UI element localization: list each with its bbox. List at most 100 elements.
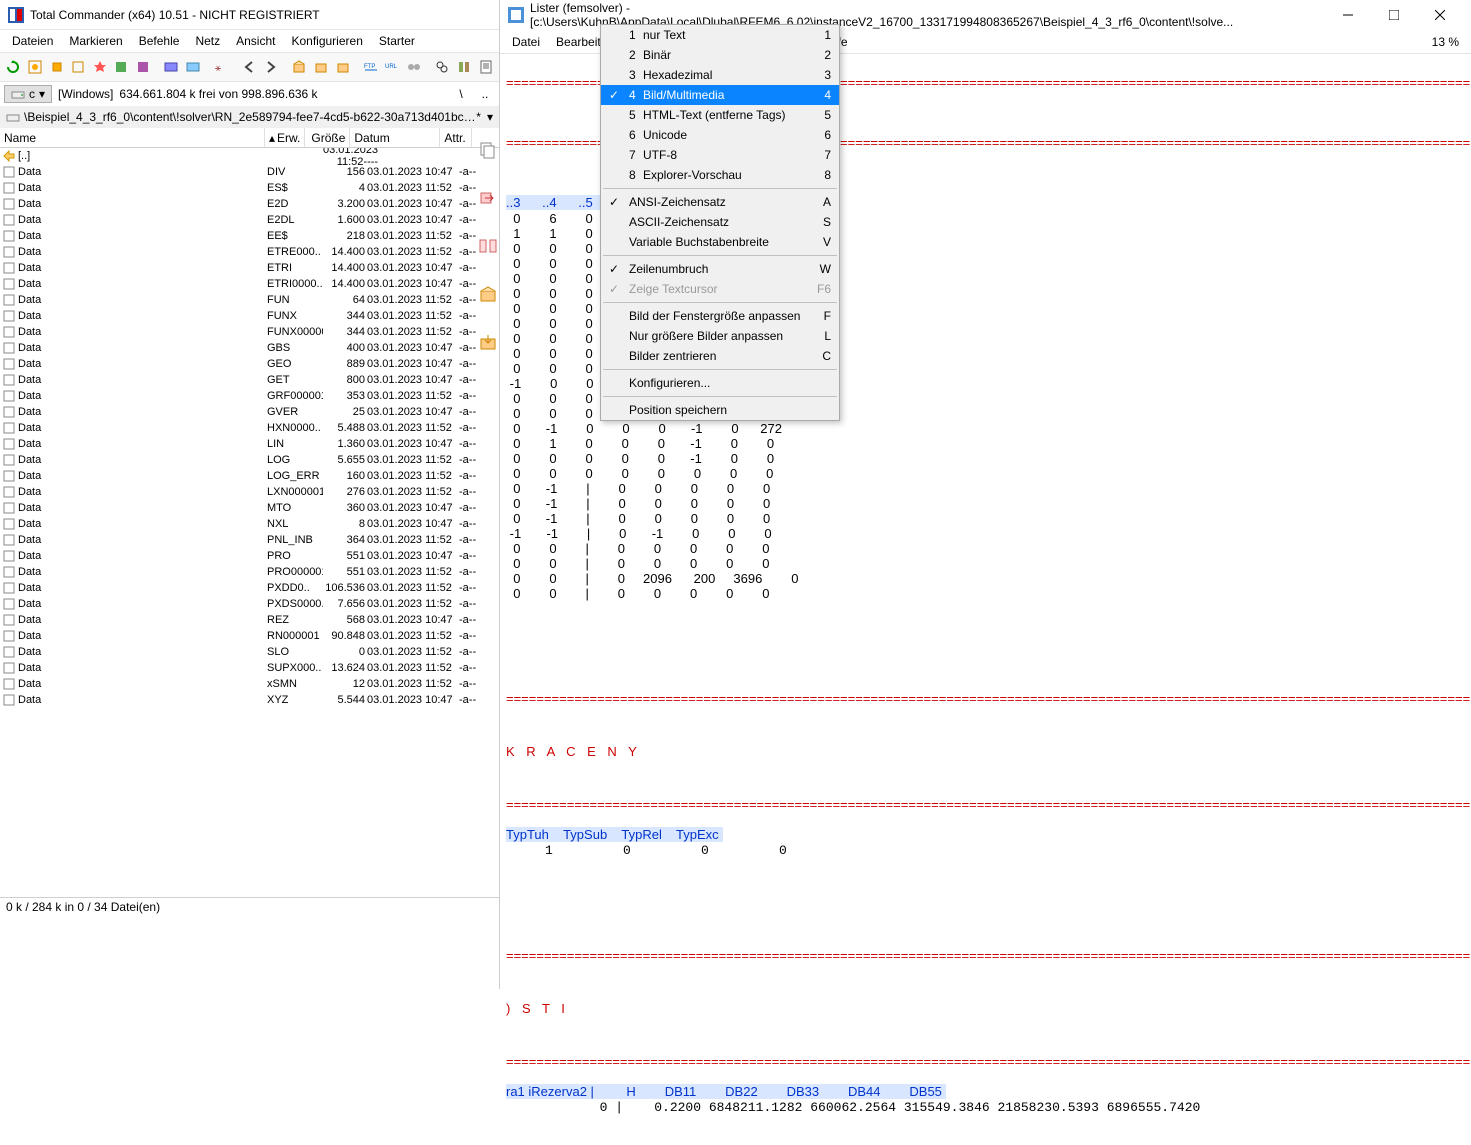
lister-menu-datei[interactable]: Datei <box>504 32 548 52</box>
table-row[interactable]: DataE2D3.20003.01.2023 10:47-a-- <box>0 196 499 212</box>
table-row[interactable]: DataPXDS0000..7.65603.01.2023 11:52-a-- <box>0 596 499 612</box>
tc-menu-dateien[interactable]: Dateien <box>4 32 61 50</box>
tc-file-list[interactable]: [..]03.01.2023 11:52----DataDIV15603.01.… <box>0 148 499 928</box>
tool-icon-2[interactable] <box>47 57 66 77</box>
refresh-icon[interactable] <box>4 57 23 77</box>
dropdown-item[interactable]: Konfigurieren... <box>601 373 839 393</box>
table-row[interactable]: DataETRI0000..14.40003.01.2023 10:47-a-- <box>0 276 499 292</box>
dropdown-item[interactable]: 8Explorer-Vorschau8 <box>601 165 839 185</box>
drive-select[interactable]: c ▾ <box>4 85 52 103</box>
table-row[interactable]: DataREZ56803.01.2023 10:47-a-- <box>0 612 499 628</box>
table-row[interactable]: DataETRI14.40003.01.2023 10:47-a-- <box>0 260 499 276</box>
table-row[interactable]: DataES$403.01.2023 11:52-a-- <box>0 180 499 196</box>
minimize-button[interactable] <box>1325 0 1371 30</box>
table-row[interactable]: DataHXN0000..5.48803.01.2023 11:52-a-- <box>0 420 499 436</box>
dropdown-item[interactable]: Position speichern <box>601 400 839 420</box>
tool-icon-3[interactable] <box>69 57 88 77</box>
package-icon-2[interactable] <box>312 57 331 77</box>
table-row[interactable]: DataSUPX000..13.62403.01.2023 11:52-a-- <box>0 660 499 676</box>
compare-icon[interactable] <box>478 236 498 256</box>
dropdown-item[interactable]: 6Unicode6 <box>601 125 839 145</box>
tc-menu-konfigurieren[interactable]: Konfigurieren <box>283 32 370 50</box>
table-row[interactable]: DataSLO003.01.2023 11:52-a-- <box>0 644 499 660</box>
dropdown-item[interactable]: Bilder zentrierenC <box>601 346 839 366</box>
table-row[interactable]: DataPXDD0..106.53603.01.2023 11:52-a-- <box>0 580 499 596</box>
conn-icon[interactable] <box>405 57 424 77</box>
table-row[interactable]: DataFUN6403.01.2023 11:52-a-- <box>0 292 499 308</box>
chevron-down-icon[interactable]: ▾ <box>487 110 493 124</box>
dropdown-item[interactable]: 1nur Text1 <box>601 25 839 45</box>
table-row[interactable]: DataGRF00000135303.01.2023 11:52-a-- <box>0 388 499 404</box>
dropdown-item[interactable]: 7UTF-87 <box>601 145 839 165</box>
table-row[interactable]: DataFUNX00000134403.01.2023 11:52-a-- <box>0 324 499 340</box>
ftp-icon[interactable]: FTP <box>362 57 381 77</box>
path-filter[interactable]: * <box>476 110 481 124</box>
copy-icon[interactable] <box>478 140 498 160</box>
search-icon[interactable] <box>433 57 452 77</box>
table-row[interactable]: DataPRO55103.01.2023 10:47-a-- <box>0 548 499 564</box>
tool-icon-4[interactable] <box>112 57 131 77</box>
tc-menu-ansicht[interactable]: Ansicht <box>228 32 283 50</box>
parent-dir-row[interactable]: [..]03.01.2023 11:52---- <box>0 148 499 164</box>
table-row[interactable]: DataRN00000190.84803.01.2023 11:52-a-- <box>0 628 499 644</box>
table-row[interactable]: DataGEO88903.01.2023 10:47-a-- <box>0 356 499 372</box>
table-row[interactable]: DataEE$21803.01.2023 11:52-a-- <box>0 228 499 244</box>
notepad-icon[interactable] <box>476 57 495 77</box>
back-icon[interactable] <box>240 57 259 77</box>
forward-icon[interactable] <box>262 57 281 77</box>
dropdown-item[interactable]: 3Hexadezimal3 <box>601 65 839 85</box>
url-icon[interactable]: URL <box>383 57 402 77</box>
table-row[interactable]: DataNXL803.01.2023 10:47-a-- <box>0 516 499 532</box>
parent-button[interactable]: .. <box>475 84 495 104</box>
table-row[interactable]: DataLOG5.65503.01.2023 11:52-a-- <box>0 452 499 468</box>
table-row[interactable]: DataPNL_INB36403.01.2023 11:52-a-- <box>0 532 499 548</box>
dropdown-item[interactable]: 5HTML-Text (entferne Tags)5 <box>601 105 839 125</box>
dropdown-item[interactable]: ✓ANSI-ZeichensatzA <box>601 192 839 212</box>
tc-menu-netz[interactable]: Netz <box>187 32 228 50</box>
table-row[interactable]: DataGET80003.01.2023 10:47-a-- <box>0 372 499 388</box>
options-dropdown[interactable]: 1nur Text12Binär23Hexadezimal3✓4Bild/Mul… <box>600 24 840 421</box>
tool-icon-7[interactable] <box>184 57 203 77</box>
package-icon-1[interactable] <box>290 57 309 77</box>
dropdown-item[interactable]: Nur größere Bilder anpassenL <box>601 326 839 346</box>
tool-icon-9[interactable] <box>455 57 474 77</box>
tool-icon-1[interactable] <box>26 57 45 77</box>
table-row[interactable]: DataGBS40003.01.2023 10:47-a-- <box>0 340 499 356</box>
table-row[interactable]: DataMTO36003.01.2023 10:47-a-- <box>0 500 499 516</box>
dropdown-item[interactable]: ASCII-ZeichensatzS <box>601 212 839 232</box>
dropdown-item[interactable]: ✓4Bild/Multimedia4 <box>601 85 839 105</box>
table-row[interactable]: DataLXN00000127603.01.2023 11:52-a-- <box>0 484 499 500</box>
col-date[interactable]: Datum <box>350 128 440 147</box>
tool-icon-5[interactable] <box>134 57 153 77</box>
col-name[interactable]: Name <box>0 128 265 147</box>
tc-menu-markieren[interactable]: Markieren <box>61 32 130 50</box>
table-row[interactable]: DataXYZ5.54403.01.2023 10:47-a-- <box>0 692 499 708</box>
col-ext[interactable]: ▴Erw. <box>265 128 305 147</box>
table-row[interactable]: DataE2DL1.60003.01.2023 10:47-a-- <box>0 212 499 228</box>
table-row[interactable]: DataDIV15603.01.2023 10:47-a-- <box>0 164 499 180</box>
table-row[interactable]: DataFUNX34403.01.2023 11:52-a-- <box>0 308 499 324</box>
root-button[interactable]: \ <box>451 84 471 104</box>
table-row[interactable]: DataLIN1.36003.01.2023 10:47-a-- <box>0 436 499 452</box>
dropdown-item[interactable]: 2Binär2 <box>601 45 839 65</box>
dropdown-item[interactable]: ✓ZeilenumbruchW <box>601 259 839 279</box>
close-button[interactable] <box>1417 0 1463 30</box>
col-attr[interactable]: Attr. <box>440 128 472 147</box>
star-icon[interactable] <box>90 57 109 77</box>
package-icon[interactable] <box>478 284 498 304</box>
dropdown-item[interactable]: Bild der Fenstergröße anpassenF <box>601 306 839 326</box>
maximize-button[interactable] <box>1371 0 1417 30</box>
table-row[interactable]: DataPRO00000155103.01.2023 11:52-a-- <box>0 564 499 580</box>
tool-icon-6[interactable] <box>162 57 181 77</box>
tool-icon-8[interactable]: ⚹ <box>212 57 231 77</box>
col-size[interactable]: Größe <box>305 128 350 147</box>
table-row[interactable]: DataGVER2503.01.2023 10:47-a-- <box>0 404 499 420</box>
unpack-icon[interactable] <box>478 332 498 352</box>
tc-menu-befehle[interactable]: Befehle <box>131 32 188 50</box>
tc-menu-starter[interactable]: Starter <box>371 32 423 50</box>
move-icon[interactable] <box>478 188 498 208</box>
table-row[interactable]: DataxSMN1203.01.2023 11:52-a-- <box>0 676 499 692</box>
package-icon-3[interactable] <box>333 57 352 77</box>
tc-path-bar[interactable]: \Beispiel_4_3_rf6_0\content\!solver\RN_2… <box>0 106 499 128</box>
table-row[interactable]: DataLOG_ERR16003.01.2023 11:52-a-- <box>0 468 499 484</box>
